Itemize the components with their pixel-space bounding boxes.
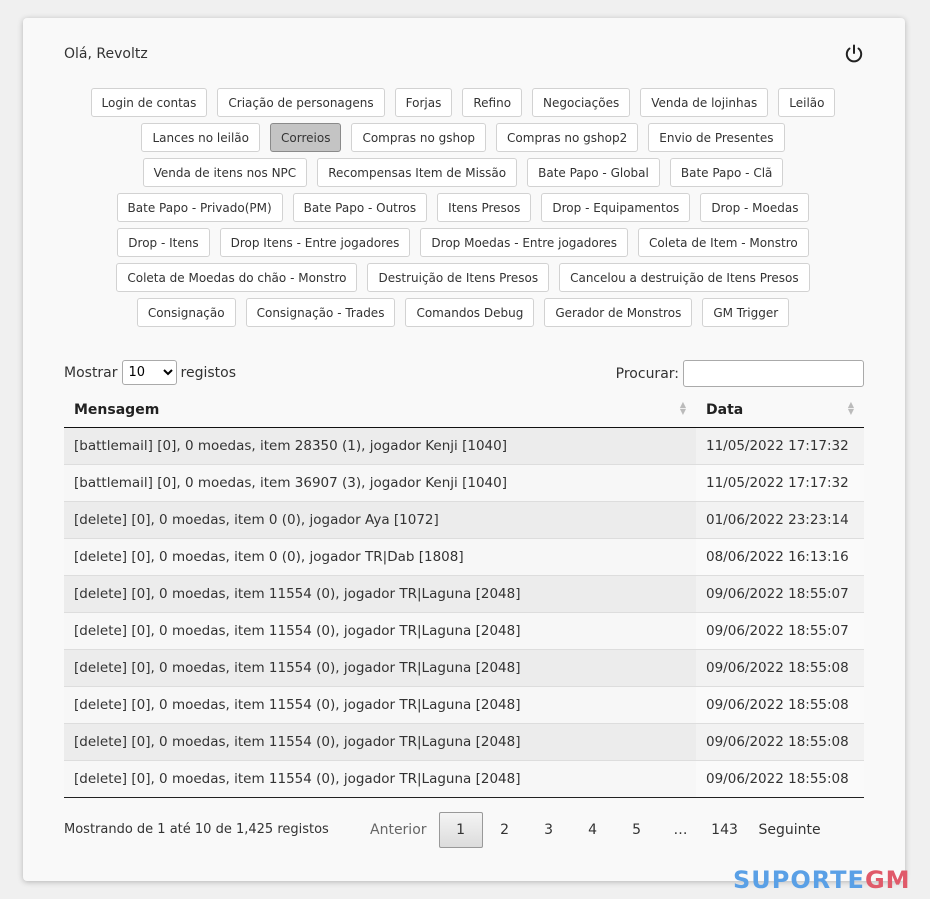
filter-button[interactable]: Coleta de Item - Monstro — [638, 228, 809, 257]
filter-button[interactable]: Forjas — [394, 88, 453, 117]
date-cell: 09/06/2022 18:55:07 — [696, 575, 864, 613]
filter-button[interactable]: Bate Papo - Outros — [292, 193, 428, 222]
date-cell: 09/06/2022 18:55:08 — [696, 686, 864, 724]
page-button[interactable]: 4 — [571, 812, 615, 848]
filter-button[interactable]: Bate Papo - Privado(PM) — [116, 193, 283, 222]
next-page-button[interactable]: Seguinte — [747, 812, 833, 848]
message-cell: [delete] [0], 0 moedas, item 0 (0), joga… — [64, 538, 696, 576]
filter-button[interactable]: Login de contas — [90, 88, 208, 117]
power-icon[interactable] — [843, 43, 865, 65]
filter-button[interactable]: Drop Itens - Entre jogadores — [219, 228, 411, 257]
date-cell: 09/06/2022 18:55:08 — [696, 723, 864, 761]
filter-button[interactable]: Criação de personagens — [217, 88, 385, 117]
filter-button[interactable]: Lances no leilão — [141, 123, 261, 152]
page-button[interactable]: 5 — [615, 812, 659, 848]
filter-button[interactable]: Drop - Moedas — [700, 193, 810, 222]
filter-button[interactable]: Drop Moedas - Entre jogadores — [420, 228, 629, 257]
filter-button[interactable]: Compras no gshop — [351, 123, 487, 152]
pagination-ellipsis: … — [673, 822, 688, 838]
table-row: [delete] [0], 0 moedas, item 11554 (0), … — [64, 575, 864, 613]
date-cell: 09/06/2022 18:55:07 — [696, 612, 864, 650]
filter-button[interactable]: Drop - Itens — [117, 228, 210, 257]
length-suffix: registos — [180, 364, 237, 381]
message-cell: [delete] [0], 0 moedas, item 0 (0), joga… — [64, 501, 696, 539]
filter-button[interactable]: Venda de lojinhas — [640, 88, 769, 117]
message-cell: [delete] [0], 0 moedas, item 11554 (0), … — [64, 575, 696, 613]
watermark-logo: SUPORTEGM — [733, 866, 911, 894]
table-row: [battlemail] [0], 0 moedas, item 36907 (… — [64, 464, 864, 502]
date-cell: 11/05/2022 17:17:32 — [696, 464, 864, 502]
filter-button[interactable]: Envio de Presentes — [648, 123, 785, 152]
filter-button[interactable]: Drop - Equipamentos — [541, 193, 691, 222]
main-card: Olá, Revoltz Login de contas Criação de p… — [23, 18, 905, 881]
table-row: [delete] [0], 0 moedas, item 0 (0), joga… — [64, 538, 864, 576]
pagination: Anterior 1 2 3 4 5 … 143 Seguinte — [358, 812, 833, 848]
table-row: [delete] [0], 0 moedas, item 11554 (0), … — [64, 649, 864, 687]
filter-button[interactable]: Gerador de Monstros — [544, 298, 693, 327]
column-header-data[interactable]: Data ▲ ▼ — [696, 392, 864, 428]
date-cell: 08/06/2022 16:13:16 — [696, 538, 864, 576]
filter-button[interactable]: Cancelou a destruição de Itens Presos — [559, 263, 810, 292]
page-button[interactable]: 2 — [483, 812, 527, 848]
table-row: [delete] [0], 0 moedas, item 11554 (0), … — [64, 760, 864, 798]
sort-icon: ▲ ▼ — [847, 400, 854, 416]
table-row: [battlemail] [0], 0 moedas, item 28350 (… — [64, 427, 864, 465]
column-header-label: Data — [706, 401, 744, 418]
message-cell: [delete] [0], 0 moedas, item 11554 (0), … — [64, 760, 696, 798]
message-cell: [delete] [0], 0 moedas, item 11554 (0), … — [64, 686, 696, 724]
filter-button[interactable]: Coleta de Moedas do chão - Monstro — [116, 263, 358, 292]
log-filter-buttons: Login de contas Criação de personagens For… — [83, 88, 843, 327]
page-button[interactable]: 3 — [527, 812, 571, 848]
date-cell: 01/06/2022 23:23:14 — [696, 501, 864, 539]
page-button[interactable]: 143 — [703, 812, 747, 848]
filter-button[interactable]: Recompensas Item de Missão — [317, 158, 518, 187]
filter-button[interactable]: Venda de itens nos NPC — [142, 158, 308, 187]
table-row: [delete] [0], 0 moedas, item 11554 (0), … — [64, 723, 864, 761]
length-select[interactable]: 10 — [121, 360, 177, 385]
filter-button[interactable]: Bate Papo - Global — [527, 158, 660, 187]
filter-button[interactable]: Refino — [462, 88, 523, 117]
filter-button[interactable]: Leilão — [778, 88, 836, 117]
sort-icon: ▲ ▼ — [679, 400, 686, 416]
page-button[interactable]: 1 — [438, 812, 483, 848]
previous-page-button[interactable]: Anterior — [358, 812, 439, 848]
filter-button[interactable]: Bate Papo - Clã — [669, 158, 784, 187]
greeting-text: Olá, Revoltz — [64, 46, 148, 62]
search-input[interactable] — [683, 360, 864, 387]
date-cell: 09/06/2022 18:55:08 — [696, 760, 864, 798]
column-header-label: Mensagem — [74, 401, 160, 418]
filter-button[interactable]: GM Trigger — [702, 298, 790, 327]
length-control: Mostrar 10 registos — [64, 360, 236, 385]
message-cell: [battlemail] [0], 0 moedas, item 36907 (… — [64, 464, 696, 502]
filter-button[interactable]: Correios — [270, 123, 342, 152]
table-info: Mostrando de 1 até 10 de 1,425 registos — [64, 822, 329, 837]
message-cell: [delete] [0], 0 moedas, item 11554 (0), … — [64, 649, 696, 687]
table-row: [delete] [0], 0 moedas, item 0 (0), joga… — [64, 501, 864, 539]
filter-button[interactable]: Compras no gshop2 — [496, 123, 639, 152]
table-row: [delete] [0], 0 moedas, item 11554 (0), … — [64, 686, 864, 724]
column-header-mensagem[interactable]: Mensagem ▲ ▼ — [64, 392, 696, 428]
log-table: Mensagem ▲ ▼ Data ▲ ▼ [battlemail] [0], 0 … — [64, 392, 864, 798]
filter-button[interactable]: Negociações — [532, 88, 631, 117]
filter-button[interactable]: Consignação — [136, 298, 236, 327]
message-cell: [delete] [0], 0 moedas, item 11554 (0), … — [64, 612, 696, 650]
filter-button[interactable]: Comandos Debug — [405, 298, 535, 327]
filter-button[interactable]: Destruição de Itens Presos — [367, 263, 550, 292]
message-cell: [delete] [0], 0 moedas, item 11554 (0), … — [64, 723, 696, 761]
date-cell: 09/06/2022 18:55:08 — [696, 649, 864, 687]
search-control: Procurar: — [616, 360, 864, 387]
filter-button[interactable]: Consignação - Trades — [245, 298, 396, 327]
table-row: [delete] [0], 0 moedas, item 11554 (0), … — [64, 612, 864, 650]
length-prefix: Mostrar — [64, 364, 118, 381]
search-label: Procurar: — [615, 365, 679, 382]
filter-button[interactable]: Itens Presos — [437, 193, 532, 222]
date-cell: 11/05/2022 17:17:32 — [696, 427, 864, 465]
message-cell: [battlemail] [0], 0 moedas, item 28350 (… — [64, 427, 696, 465]
